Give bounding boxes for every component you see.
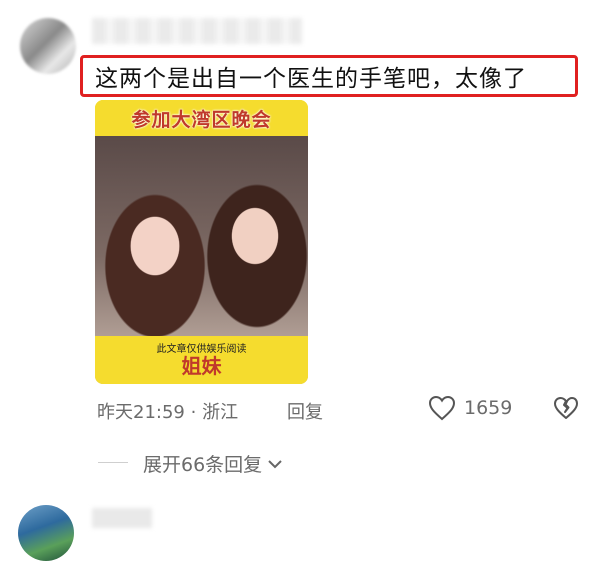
chevron-down-icon <box>268 459 282 468</box>
image-caption-small: 此文章仅供娱乐阅读 <box>156 344 247 355</box>
next-commenter-avatar[interactable] <box>18 505 74 561</box>
like-button[interactable]: 1659 <box>428 395 512 421</box>
comment-location: 浙江 <box>202 402 239 423</box>
comment-time: 昨天21:59 <box>97 402 185 423</box>
next-commenter-name-blurred[interactable] <box>92 508 152 528</box>
heart-outline-icon <box>428 395 456 421</box>
like-count: 1659 <box>464 397 513 419</box>
image-banner-text: 参加大湾区晚会 <box>131 108 272 131</box>
image-banner: 参加大湾区晚会 <box>95 100 308 136</box>
commenter-avatar[interactable] <box>20 18 76 74</box>
broken-heart-icon <box>554 397 578 419</box>
reply-button[interactable]: 回复 <box>287 398 323 424</box>
commenter-name-blurred[interactable] <box>92 18 302 44</box>
comment-text-highlight: 这两个是出自一个医生的手笔吧，太像了 <box>80 55 578 97</box>
dislike-button[interactable] <box>553 396 579 424</box>
comment-text: 这两个是出自一个医生的手笔吧，太像了 <box>95 66 527 92</box>
image-caption: 此文章仅供娱乐阅读 姐妹 <box>95 336 308 384</box>
expand-replies-label: 展开66条回复 <box>143 454 263 476</box>
comment-image[interactable]: 参加大湾区晚会 此文章仅供娱乐阅读 姐妹 <box>95 100 308 384</box>
image-caption-big: 姐妹 <box>181 354 222 378</box>
meta-separator: · <box>190 402 197 423</box>
comment-meta: 昨天21:59 · 浙江 <box>97 398 238 424</box>
expand-replies-button[interactable]: 展开66条回复 <box>143 450 282 477</box>
expand-divider <box>98 462 128 463</box>
